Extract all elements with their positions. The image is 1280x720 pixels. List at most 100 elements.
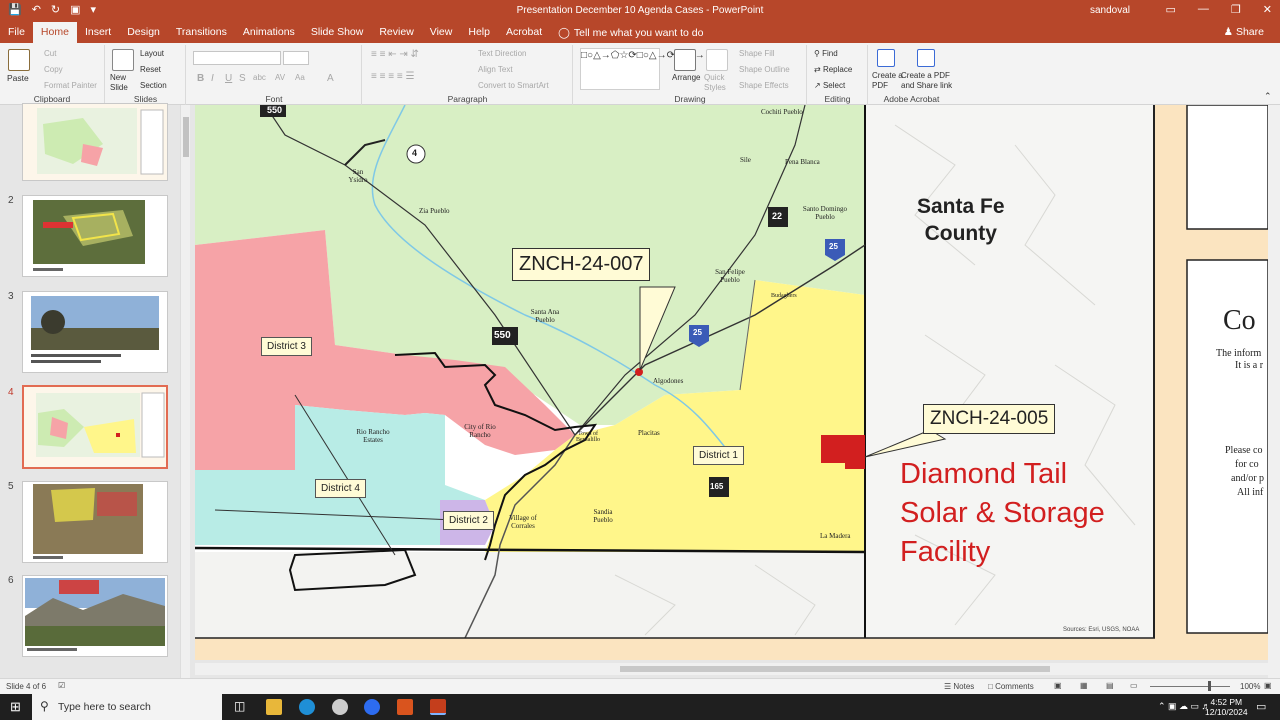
tab-review[interactable]: Review (371, 22, 421, 43)
edge-icon[interactable] (299, 699, 315, 715)
arrange-icon[interactable] (674, 49, 696, 71)
normal-view-icon[interactable]: ▣ (1054, 681, 1062, 690)
collapse-ribbon-icon[interactable]: ⌃ (1264, 91, 1272, 102)
horizontal-scroll-thumb[interactable] (620, 666, 1050, 672)
accessibility-icon[interactable]: ☑ (58, 681, 65, 690)
windows-start-icon[interactable]: ⊞ (10, 699, 21, 715)
font-size-box[interactable] (283, 51, 309, 65)
thumbnails-scroll-thumb[interactable] (183, 117, 189, 157)
shield-550: 550 (494, 330, 511, 341)
tab-file[interactable]: File (0, 22, 33, 43)
powerpoint-icon[interactable] (430, 699, 446, 715)
tab-design[interactable]: Design (119, 22, 168, 43)
user-name[interactable]: sandoval (1090, 5, 1130, 16)
share-button[interactable]: ♟ Share (1224, 26, 1264, 38)
notes-label: Notes (953, 682, 975, 691)
reading-view-icon[interactable]: ▤ (1106, 681, 1114, 690)
quick-styles-icon[interactable] (706, 49, 728, 71)
char-spacing-button[interactable]: AV (275, 73, 285, 82)
tab-transitions[interactable]: Transitions (168, 22, 235, 43)
paste-icon[interactable] (8, 49, 30, 71)
align-text-button[interactable]: Align Text (478, 65, 513, 74)
tab-help[interactable]: Help (460, 22, 498, 43)
cut-button[interactable]: Cut (44, 49, 56, 58)
slide-thumbnail-6[interactable] (22, 575, 168, 657)
layout-button[interactable]: Layout (140, 49, 164, 58)
text-direction-button[interactable]: Text Direction (478, 49, 526, 58)
zoom-level[interactable]: 100% (1240, 682, 1260, 691)
slide-canvas[interactable]: 550 4 22 550 25 25 165 Cochiti Pueblo Si… (195, 105, 1268, 660)
shape-effects-button[interactable]: Shape Effects (739, 81, 789, 90)
app-icon-3[interactable] (332, 699, 348, 715)
shape-fill-button[interactable]: Shape Fill (739, 49, 775, 58)
slide-thumbnail-3[interactable] (22, 291, 168, 373)
file-explorer-icon[interactable] (266, 699, 282, 715)
tell-me-search[interactable]: ◯ Tell me what you want to do (558, 27, 703, 39)
shapes-gallery[interactable]: □○△→⬠☆⟳□○△→⟳□○△→ (580, 48, 705, 90)
place-sandia: Sandia Pueblo (593, 508, 613, 524)
font-color-button[interactable]: A (327, 73, 334, 84)
share-pdf-icon[interactable] (917, 49, 935, 67)
close-icon[interactable]: ✕ (1263, 3, 1272, 16)
comments-button[interactable]: □ Comments (988, 682, 1034, 691)
tab-insert[interactable]: Insert (77, 22, 119, 43)
ribbon-display-icon[interactable]: ▭ (1166, 3, 1176, 16)
bullets-icon[interactable]: ≡ ≡ ⇤ ⇥ ⇵ (371, 49, 419, 60)
create-pdf-button[interactable]: Create a PDF (872, 71, 904, 91)
slide-sorter-icon[interactable]: ▦ (1080, 681, 1088, 690)
select-button[interactable]: ↗ Select (814, 81, 845, 90)
acrobat-group-label: Adobe Acrobat (883, 94, 940, 104)
fit-slide-icon[interactable]: ▣ (1264, 681, 1272, 690)
slide-thumbnail-5[interactable] (22, 481, 168, 563)
strike-button[interactable]: S (239, 73, 246, 84)
task-view-icon[interactable]: ◫ (234, 699, 245, 713)
taskbar-search-box[interactable]: ⚲ Type here to search (32, 694, 222, 720)
font-name-box[interactable] (193, 51, 281, 65)
format-painter-button[interactable]: Format Painter (44, 81, 97, 90)
slide-thumbnail-2[interactable] (22, 195, 168, 277)
reset-button[interactable]: Reset (140, 65, 161, 74)
align-icons[interactable]: ≡ ≡ ≡ ≡ ☰ (371, 71, 414, 82)
create-pdf-icon[interactable] (877, 49, 895, 67)
tab-animations[interactable]: Animations (235, 22, 303, 43)
change-case-button[interactable]: Aa (295, 73, 305, 82)
tray-icons[interactable]: ⌃ ▣ ☁ ▭ ♬ (1158, 701, 1211, 712)
shield-550-top: 550 (267, 105, 283, 115)
slideshow-view-icon[interactable]: ▭ (1130, 681, 1138, 690)
slide-thumbnail-1[interactable] (22, 103, 168, 181)
quick-styles-button[interactable]: Quick Styles (704, 73, 732, 93)
app-icon-5[interactable] (397, 699, 413, 715)
tab-home[interactable]: Home (32, 22, 77, 43)
underline-button[interactable]: U (225, 73, 232, 84)
window-controls: ▭ — ❐ ✕ (1166, 3, 1273, 16)
copy-button[interactable]: Copy (44, 65, 63, 74)
slide-thumbnail-4[interactable] (22, 385, 168, 469)
find-button[interactable]: ⚲ Find (814, 49, 838, 58)
restore-icon[interactable]: ❐ (1231, 3, 1241, 16)
clock-time: 4:52 PM (1210, 697, 1243, 707)
arrange-button[interactable]: Arrange (672, 73, 700, 82)
abc-button[interactable]: abc (253, 73, 266, 82)
section-button[interactable]: Section (140, 81, 167, 90)
replace-button[interactable]: ⇄ Replace (814, 65, 852, 74)
new-slide-button[interactable]: New Slide (110, 73, 136, 93)
italic-button[interactable]: I (211, 73, 214, 84)
create-share-pdf-button[interactable]: Create a PDF and Share link (901, 71, 955, 91)
tab-slide-show[interactable]: Slide Show (303, 22, 372, 43)
vertical-scrollbar[interactable] (1268, 105, 1280, 678)
shape-outline-button[interactable]: Shape Outline (739, 65, 790, 74)
new-slide-icon[interactable] (112, 49, 134, 71)
thumbnails-scrollbar[interactable] (180, 105, 190, 678)
taskbar-clock[interactable]: 4:52 PM 12/10/2024 (1205, 697, 1248, 717)
zoom-icon[interactable] (364, 699, 380, 715)
horizontal-scrollbar[interactable] (195, 663, 1268, 675)
tab-acrobat[interactable]: Acrobat (498, 22, 550, 43)
tab-view[interactable]: View (422, 22, 461, 43)
notifications-icon[interactable]: ▭ (1256, 700, 1266, 713)
zoom-slider[interactable] (1150, 680, 1230, 692)
paste-button[interactable]: Paste (7, 73, 29, 83)
bold-button[interactable]: B (197, 73, 204, 84)
minimize-icon[interactable]: — (1198, 3, 1209, 16)
notes-button[interactable]: ☰ Notes (944, 682, 974, 691)
smartart-button[interactable]: Convert to SmartArt (478, 81, 549, 90)
